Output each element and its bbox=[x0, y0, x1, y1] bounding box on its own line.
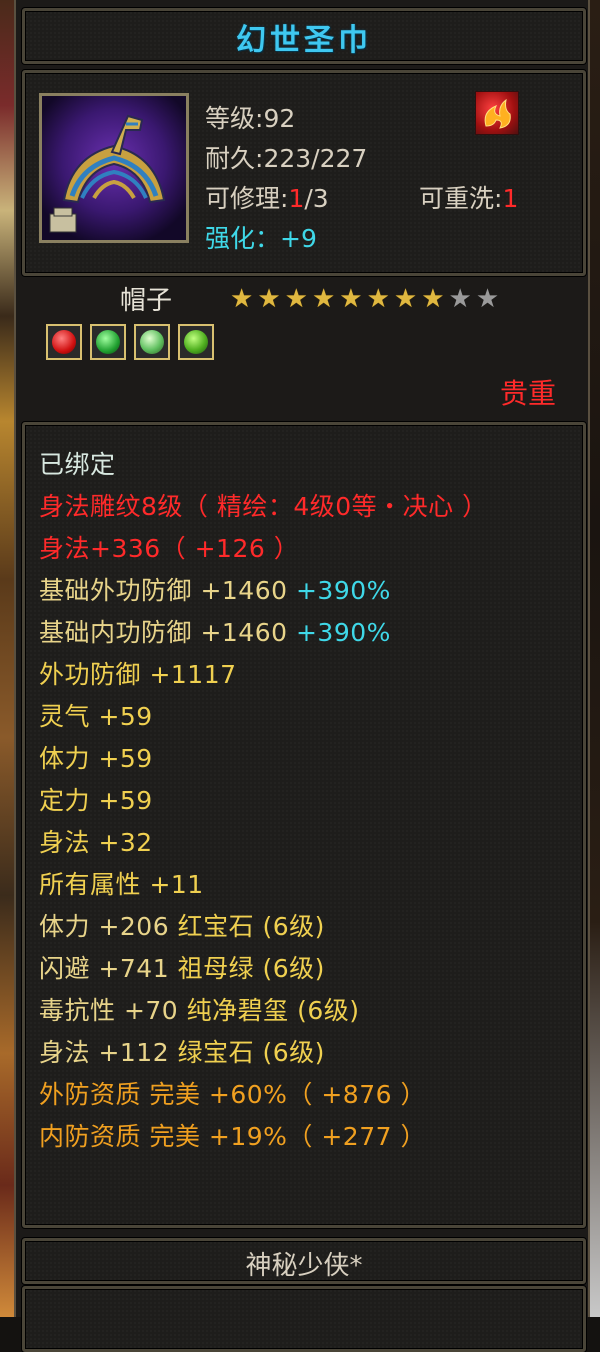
durability-row: 耐久:223/227 bbox=[205, 144, 368, 173]
item-icon bbox=[39, 93, 189, 243]
enhance-row: 强化：+9 bbox=[205, 224, 317, 253]
headband-icon bbox=[42, 96, 186, 240]
property-list: 已绑定身法雕纹8级（ 精绘：4级0等・决心 ） 身法+336（ +126 ） 基础外… bbox=[22, 422, 586, 1228]
property-text: 基础内功防御 +1460 bbox=[39, 618, 288, 647]
right-background-strip bbox=[590, 0, 600, 1317]
property-line: 外功防御 +1117 bbox=[39, 655, 237, 691]
property-text: 体力 +206 bbox=[39, 912, 170, 941]
item-summary: 帽子 ★ ★ ★ ★ ★ ★ ★ ★ ★ ★ 贵重 bbox=[22, 280, 580, 410]
property-line: 身法+336（ +126 ） bbox=[39, 529, 299, 565]
emerald-gem-icon bbox=[90, 324, 126, 360]
property-text: 身法雕纹8级（ 精绘：4级0等・决心 ） bbox=[39, 492, 488, 521]
property-text: 灵气 +59 bbox=[39, 702, 153, 731]
property-line: 基础内功防御 +1460 +390% bbox=[39, 613, 391, 649]
rewash-value: 1 bbox=[502, 184, 519, 213]
green-gem-icon bbox=[178, 324, 214, 360]
property-line: 已绑定 bbox=[39, 445, 116, 481]
property-line: 体力 +206 红宝石 (6级) bbox=[39, 907, 325, 943]
ruby-gem-icon bbox=[46, 324, 82, 360]
fire-emblem-icon bbox=[475, 91, 519, 135]
star-icon: ★ bbox=[393, 284, 418, 314]
level-row: 等级:92 bbox=[205, 104, 296, 133]
property-line: 体力 +59 bbox=[39, 739, 153, 775]
maker-name: 神秘少侠* bbox=[245, 1251, 363, 1281]
rewash-label: 可重洗 bbox=[419, 184, 495, 213]
star-icon: ★ bbox=[475, 284, 500, 314]
item-header: 等级:92 耐久:223/227 可修理:1/3 可重洗:1 强化：+9 bbox=[22, 70, 586, 276]
property-line: 定力 +59 bbox=[39, 781, 153, 817]
property-text: 所有属性 +11 bbox=[39, 870, 204, 899]
property-text: 身法 +112 bbox=[39, 1038, 170, 1067]
repair-max: /3 bbox=[304, 184, 329, 213]
rewash-row: 可重洗:1 bbox=[419, 184, 519, 213]
property-line: 毒抗性 +70 纯净碧玺 (6级) bbox=[39, 991, 360, 1027]
star-icon: ★ bbox=[257, 284, 281, 314]
level-value: 92 bbox=[263, 104, 296, 133]
star-icon: ★ bbox=[284, 284, 308, 314]
property-line: 所有属性 +11 bbox=[39, 865, 204, 901]
enhance-label: 强化 bbox=[205, 224, 256, 253]
property-text: 闪避 +741 bbox=[39, 954, 170, 983]
property-line: 内防资质 完美 +19%（ +277 ） bbox=[39, 1117, 426, 1153]
property-extra: 绿宝石 (6级) bbox=[169, 1038, 325, 1067]
socket-gems bbox=[46, 324, 214, 360]
property-text: 外功防御 +1117 bbox=[39, 660, 237, 689]
property-text: 身法 +32 bbox=[39, 828, 153, 857]
property-extra: 红宝石 (6级) bbox=[169, 912, 325, 941]
star-rating: ★ ★ ★ ★ ★ ★ ★ ★ ★ ★ bbox=[230, 286, 499, 314]
property-line: 身法 +32 bbox=[39, 823, 153, 859]
repair-current: 1 bbox=[288, 184, 305, 213]
property-extra: 纯净碧玺 (6级) bbox=[178, 996, 360, 1025]
jade-gem-icon bbox=[134, 324, 170, 360]
repair-label: 可修理 bbox=[205, 184, 281, 213]
item-tooltip-panel: 幻世圣巾 等级:92 耐久:223/227 可修理:1/3 可重洗:1 强化：+… bbox=[14, 0, 590, 1352]
star-icon: ★ bbox=[448, 284, 472, 314]
star-icon: ★ bbox=[230, 284, 254, 314]
property-text: 身法+336（ +126 ） bbox=[39, 534, 300, 563]
title-bar: 幻世圣巾 bbox=[22, 8, 586, 64]
property-text: 内防资质 完美 +19%（ +277 ） bbox=[39, 1122, 426, 1151]
maker-bar: 神秘少侠* bbox=[22, 1238, 586, 1284]
star-icon: ★ bbox=[366, 284, 390, 314]
property-line: 外防资质 完美 +60%（ +876 ） bbox=[39, 1075, 426, 1111]
star-icon: ★ bbox=[339, 284, 363, 314]
item-type: 帽子 bbox=[120, 286, 173, 316]
property-text: 毒抗性 +70 bbox=[39, 996, 179, 1025]
enhance-value: +9 bbox=[280, 224, 317, 253]
durability-value: 223/227 bbox=[263, 144, 368, 173]
property-line: 灵气 +59 bbox=[39, 697, 153, 733]
left-background-strip bbox=[0, 0, 14, 1317]
property-extra: +390% bbox=[287, 618, 391, 647]
star-icon: ★ bbox=[311, 284, 336, 314]
item-name: 幻世圣巾 bbox=[236, 23, 372, 58]
property-line: 身法 +112 绿宝石 (6级) bbox=[39, 1033, 325, 1069]
level-label: 等级 bbox=[205, 104, 256, 133]
property-text: 已绑定 bbox=[39, 450, 116, 479]
property-text: 基础外功防御 +1460 bbox=[39, 576, 288, 605]
durability-label: 耐久 bbox=[205, 144, 256, 173]
repair-row: 可修理:1/3 bbox=[205, 184, 329, 213]
property-extra: 祖母绿 (6级) bbox=[169, 954, 325, 983]
property-text: 外防资质 完美 +60%（ +876 ） bbox=[39, 1080, 426, 1109]
property-extra: +390% bbox=[287, 576, 391, 605]
star-icon: ★ bbox=[421, 284, 445, 314]
rarity-label: 贵重 bbox=[499, 377, 556, 410]
property-line: 基础外功防御 +1460 +390% bbox=[39, 571, 391, 607]
property-text: 定力 +59 bbox=[39, 786, 153, 815]
description-panel bbox=[22, 1286, 586, 1352]
property-text: 体力 +59 bbox=[39, 744, 153, 773]
property-line: 闪避 +741 祖母绿 (6级) bbox=[39, 949, 325, 985]
property-line: 身法雕纹8级（ 精绘：4级0等・决心 ） bbox=[39, 487, 488, 523]
